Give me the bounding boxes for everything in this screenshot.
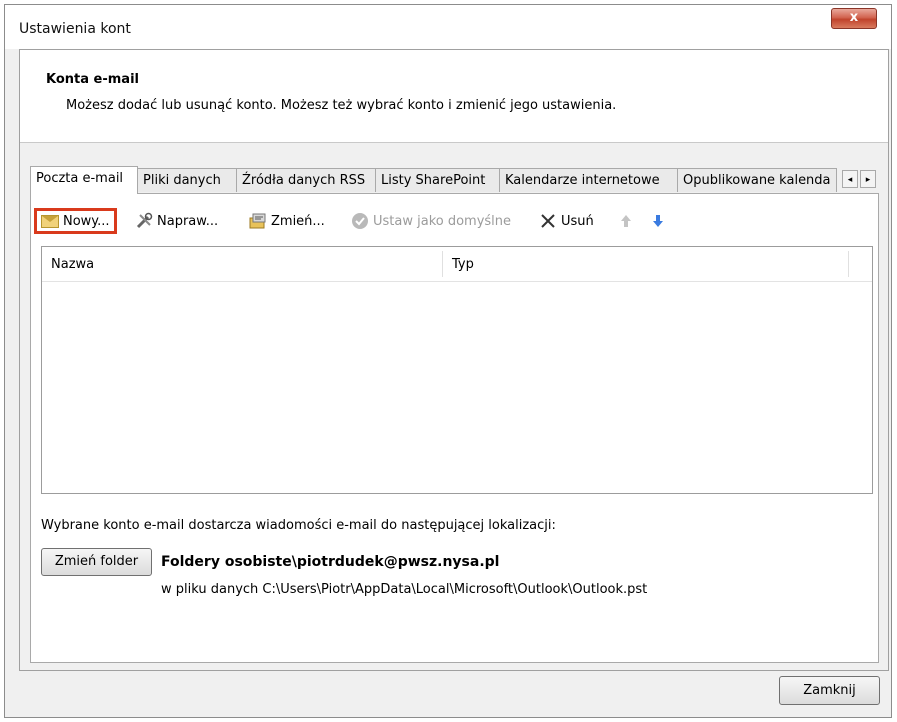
tab-data-files[interactable]: Pliki danych xyxy=(137,168,237,192)
change-settings-icon xyxy=(249,212,267,230)
set-default-button[interactable]: Ustaw jako domyślne xyxy=(351,208,511,234)
move-up-button[interactable] xyxy=(617,208,635,234)
repair-button[interactable]: Napraw... xyxy=(135,208,218,234)
remove-button[interactable]: Usuń xyxy=(539,208,594,234)
header-description: Możesz dodać lub usunąć konto. Możesz te… xyxy=(66,98,617,113)
title-bar: Ustawienia kont x xyxy=(5,5,891,49)
dialog-content: Konta e-mail Możesz dodać lub usunąć kon… xyxy=(19,49,889,671)
delivery-folder-path: w pliku danych C:\Users\Piotr\AppData\Lo… xyxy=(161,582,648,597)
tab-scroll-left-icon[interactable]: ◂ xyxy=(842,170,858,188)
tab-email[interactable]: Poczta e-mail xyxy=(30,166,138,194)
accounts-toolbar: Nowy... Napraw... Zmień... Ustaw jako do… xyxy=(31,208,871,234)
delivery-description: Wybrane konto e-mail dostarcza wiadomośc… xyxy=(41,518,556,533)
window-title: Ustawienia kont xyxy=(19,21,131,37)
change-label: Zmień... xyxy=(271,213,325,229)
dialog-header: Konta e-mail Możesz dodać lub usunąć kon… xyxy=(20,50,888,143)
new-mail-icon xyxy=(41,212,59,230)
close-icon[interactable]: x xyxy=(831,8,877,29)
column-divider xyxy=(848,251,849,277)
repair-tools-icon xyxy=(135,212,153,230)
arrow-up-icon xyxy=(617,212,635,230)
new-account-button[interactable]: Nowy... xyxy=(34,208,117,234)
close-x-icon xyxy=(539,212,557,230)
repair-label: Napraw... xyxy=(157,213,219,229)
new-account-label: Nowy... xyxy=(63,213,110,229)
list-header: Nazwa Typ xyxy=(42,247,872,282)
change-button[interactable]: Zmień... xyxy=(249,208,325,234)
column-header-name[interactable]: Nazwa xyxy=(42,247,442,281)
tab-published-calendars[interactable]: Opublikowane kalenda xyxy=(677,168,837,192)
checkmark-circle-icon xyxy=(351,212,369,230)
email-tab-panel: Nowy... Napraw... Zmień... Ustaw jako do… xyxy=(30,193,879,663)
header-title: Konta e-mail xyxy=(46,72,139,87)
tab-scroll-right-icon[interactable]: ▸ xyxy=(860,170,876,188)
arrow-down-icon xyxy=(649,212,667,230)
move-down-button[interactable] xyxy=(649,208,667,234)
tab-sharepoint-lists[interactable]: Listy SharePoint xyxy=(375,168,500,192)
column-header-type[interactable]: Typ xyxy=(443,247,848,281)
set-default-label: Ustaw jako domyślne xyxy=(373,213,512,229)
change-folder-button[interactable]: Zmień folder xyxy=(41,548,152,576)
accounts-list[interactable]: Nazwa Typ xyxy=(41,246,873,494)
tab-rss-feeds[interactable]: Źródła danych RSS xyxy=(236,168,376,192)
tab-strip: Poczta e-mail Pliki danych Źródła danych… xyxy=(30,166,885,194)
close-button[interactable]: Zamknij xyxy=(779,676,880,705)
remove-label: Usuń xyxy=(561,213,594,229)
account-settings-window: Ustawienia kont x Konta e-mail Możesz do… xyxy=(4,4,892,718)
delivery-folder-name: Foldery osobiste\piotrdudek@pwsz.nysa.pl xyxy=(161,554,500,570)
tab-internet-calendars[interactable]: Kalendarze internetowe xyxy=(499,168,678,192)
